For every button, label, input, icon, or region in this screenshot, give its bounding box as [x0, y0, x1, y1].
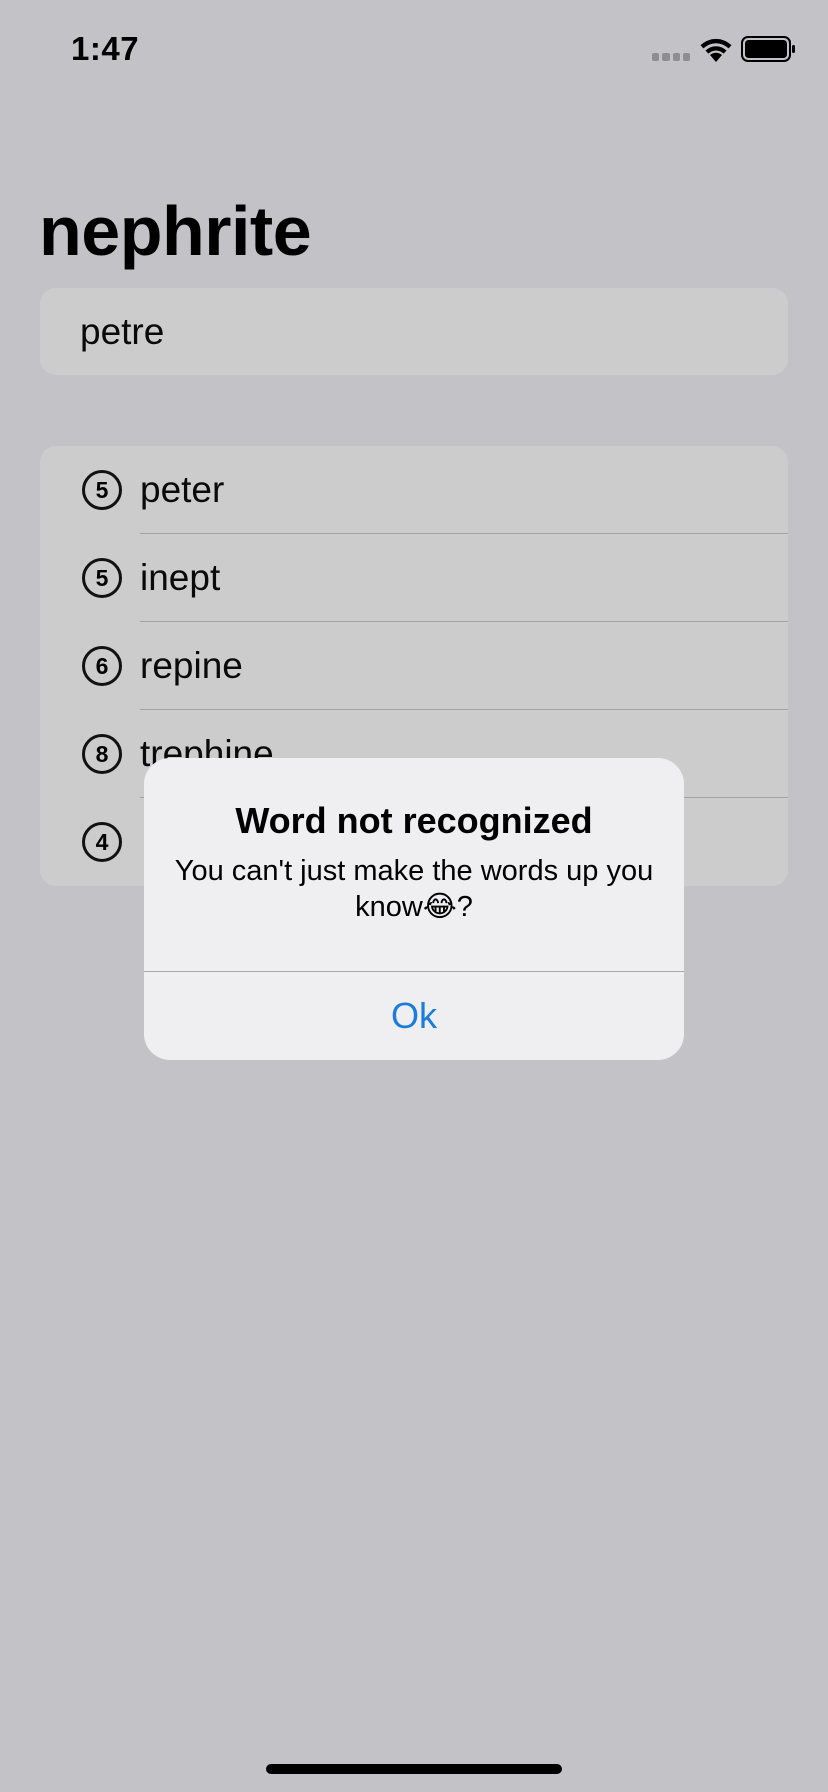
- alert-message: You can't just make the words up you kno…: [174, 855, 654, 923]
- ok-button[interactable]: Ok: [144, 972, 684, 1060]
- battery-icon: [741, 36, 795, 62]
- word-input[interactable]: petre: [40, 288, 788, 375]
- letter-count-badge: 8: [82, 734, 122, 774]
- word-text: repine: [140, 645, 243, 686]
- word-text: inept: [140, 557, 221, 598]
- alert-title: Word not recognized: [235, 800, 593, 841]
- word-list-item[interactable]: 5 inept: [40, 534, 788, 622]
- status-bar: 1:47: [0, 0, 828, 100]
- alert-dialog: Word not recognized You can't just make …: [144, 758, 684, 1060]
- status-time: 1:47: [71, 30, 140, 67]
- word-input-value: petre: [80, 310, 165, 352]
- letter-count-badge: 5: [82, 558, 122, 598]
- letter-count-badge: 6: [82, 646, 122, 686]
- letter-count-badge: 4: [82, 822, 122, 862]
- wifi-icon: [700, 38, 732, 62]
- home-indicator[interactable]: [266, 1764, 562, 1774]
- page-title: nephrite: [39, 192, 312, 270]
- word-text: peter: [140, 469, 225, 510]
- word-list-item[interactable]: 6 repine: [40, 622, 788, 710]
- letter-count-badge: 5: [82, 470, 122, 510]
- word-list-item[interactable]: 5 peter: [40, 446, 788, 534]
- cellular-signal-icon: [652, 53, 690, 61]
